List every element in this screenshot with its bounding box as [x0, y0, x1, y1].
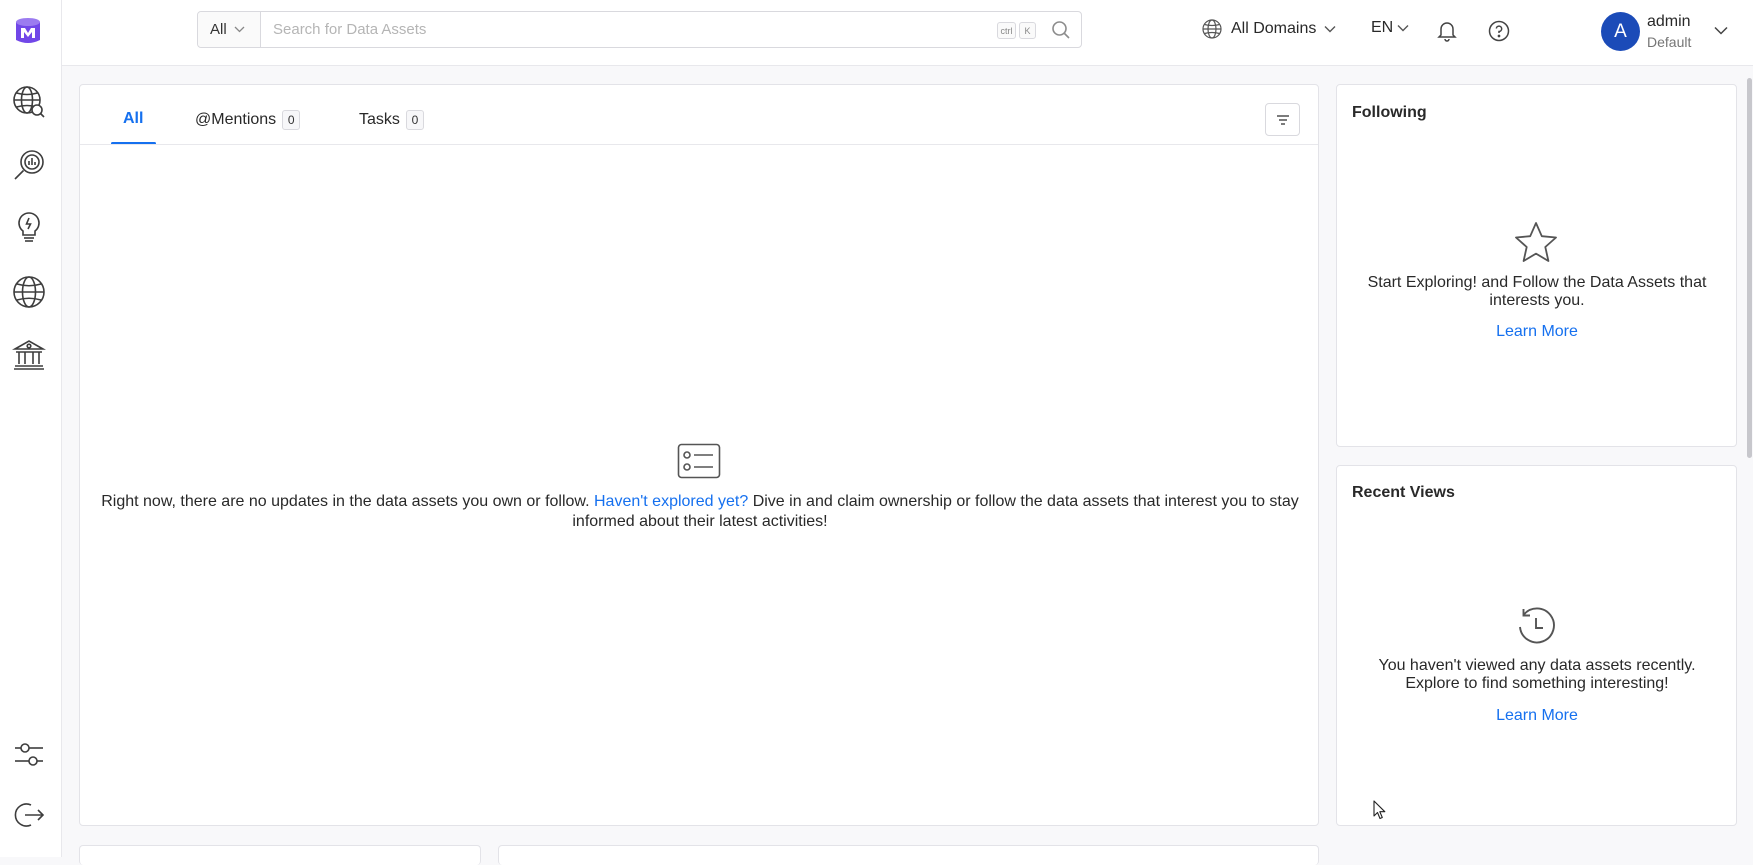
logo-icon: [16, 18, 40, 43]
shortcut-ctrl-badge: ctrl: [997, 22, 1016, 39]
history-icon: [1519, 607, 1555, 644]
avatar[interactable]: A: [1601, 12, 1640, 51]
following-empty-message: Start Exploring! and Follow the Data Ass…: [1367, 274, 1707, 309]
globe-icon: [13, 276, 45, 308]
recent-views-empty-illustration: [1515, 606, 1557, 651]
explore-link[interactable]: Haven't explored yet?: [594, 493, 748, 510]
tab-all[interactable]: All: [123, 110, 143, 128]
tab-mentions[interactable]: @Mentions 0: [195, 110, 301, 130]
chevron-down-icon: [1714, 26, 1728, 35]
tab-all-label: All: [123, 110, 144, 127]
help-button[interactable]: [1488, 20, 1510, 42]
following-learn-more-link[interactable]: Learn More: [1352, 323, 1722, 341]
domain-selector[interactable]: All Domains: [1202, 19, 1336, 39]
app-logo[interactable]: [11, 14, 45, 48]
user-name: admin: [1647, 13, 1691, 30]
chevron-down-icon: [1324, 26, 1336, 33]
user-role: Default: [1647, 34, 1692, 50]
empty-feed-message: Right now, there are no updates in the d…: [92, 492, 1308, 532]
star-icon: [1515, 222, 1557, 262]
globe-icon: [1202, 19, 1222, 39]
following-title: Following: [1352, 104, 1427, 121]
sidebar-item-logout[interactable]: [12, 798, 46, 832]
search-category-select[interactable]: All: [198, 12, 261, 47]
sliders-icon: [15, 743, 43, 766]
empty-feed-text-start: Right now, there are no updates in the d…: [101, 493, 594, 510]
lightbulb-icon: [18, 212, 40, 242]
shortcut-k-badge: K: [1019, 22, 1036, 39]
magnifier-chart-icon: [14, 150, 44, 180]
list-card-icon: [677, 443, 721, 479]
sidebar-item-explore[interactable]: [12, 85, 46, 119]
user-menu-toggle[interactable]: [1714, 26, 1728, 35]
mouse-cursor: [1373, 800, 1387, 825]
filter-icon: [1276, 114, 1289, 125]
tab-tasks[interactable]: Tasks 0: [359, 110, 424, 130]
page-scrollbar[interactable]: [1747, 78, 1752, 458]
language-label: EN: [1371, 19, 1394, 36]
sidebar-item-observability[interactable]: [12, 148, 46, 182]
search-button[interactable]: [1051, 20, 1071, 40]
empty-feed-illustration: [677, 443, 721, 484]
top-bar: All ctrl K All Domains EN A admin D: [62, 0, 1753, 66]
globe-search-icon: [13, 86, 45, 118]
search-category-label: All: [210, 21, 227, 38]
sidebar: [0, 0, 62, 857]
language-selector[interactable]: EN: [1371, 19, 1409, 37]
tab-mentions-label: @Mentions: [195, 111, 277, 128]
feed-filter-button[interactable]: [1265, 103, 1300, 136]
help-icon: [1488, 20, 1510, 42]
mentions-count-badge: 0: [282, 110, 301, 130]
cursor-icon: [1373, 800, 1386, 820]
sidebar-item-domains[interactable]: [12, 275, 46, 309]
bell-icon: [1437, 22, 1457, 42]
sidebar-item-settings[interactable]: [12, 737, 46, 771]
bottom-card-left: [79, 845, 481, 865]
search-bar: All ctrl K: [197, 11, 1082, 48]
sidebar-item-governance[interactable]: [11, 338, 47, 372]
tasks-count-badge: 0: [405, 110, 424, 130]
tab-divider: [80, 144, 1318, 145]
chevron-down-icon: [234, 26, 245, 33]
domain-label: All Domains: [1231, 20, 1317, 37]
chevron-down-icon: [1397, 25, 1409, 32]
bank-icon: [11, 340, 47, 370]
notifications-button[interactable]: [1436, 20, 1458, 42]
search-icon: [1052, 21, 1070, 39]
search-input[interactable]: [261, 12, 1081, 47]
recent-views-learn-more-link[interactable]: Learn More: [1352, 707, 1722, 725]
recent-views-title: Recent Views: [1352, 484, 1455, 501]
bottom-card-right: [498, 845, 1319, 865]
recent-views-empty-message: You haven't viewed any data assets recen…: [1378, 657, 1696, 692]
sidebar-item-insights[interactable]: [12, 210, 46, 244]
logout-icon: [14, 803, 45, 827]
following-empty-illustration: [1513, 220, 1559, 271]
tab-tasks-label: Tasks: [359, 111, 400, 128]
